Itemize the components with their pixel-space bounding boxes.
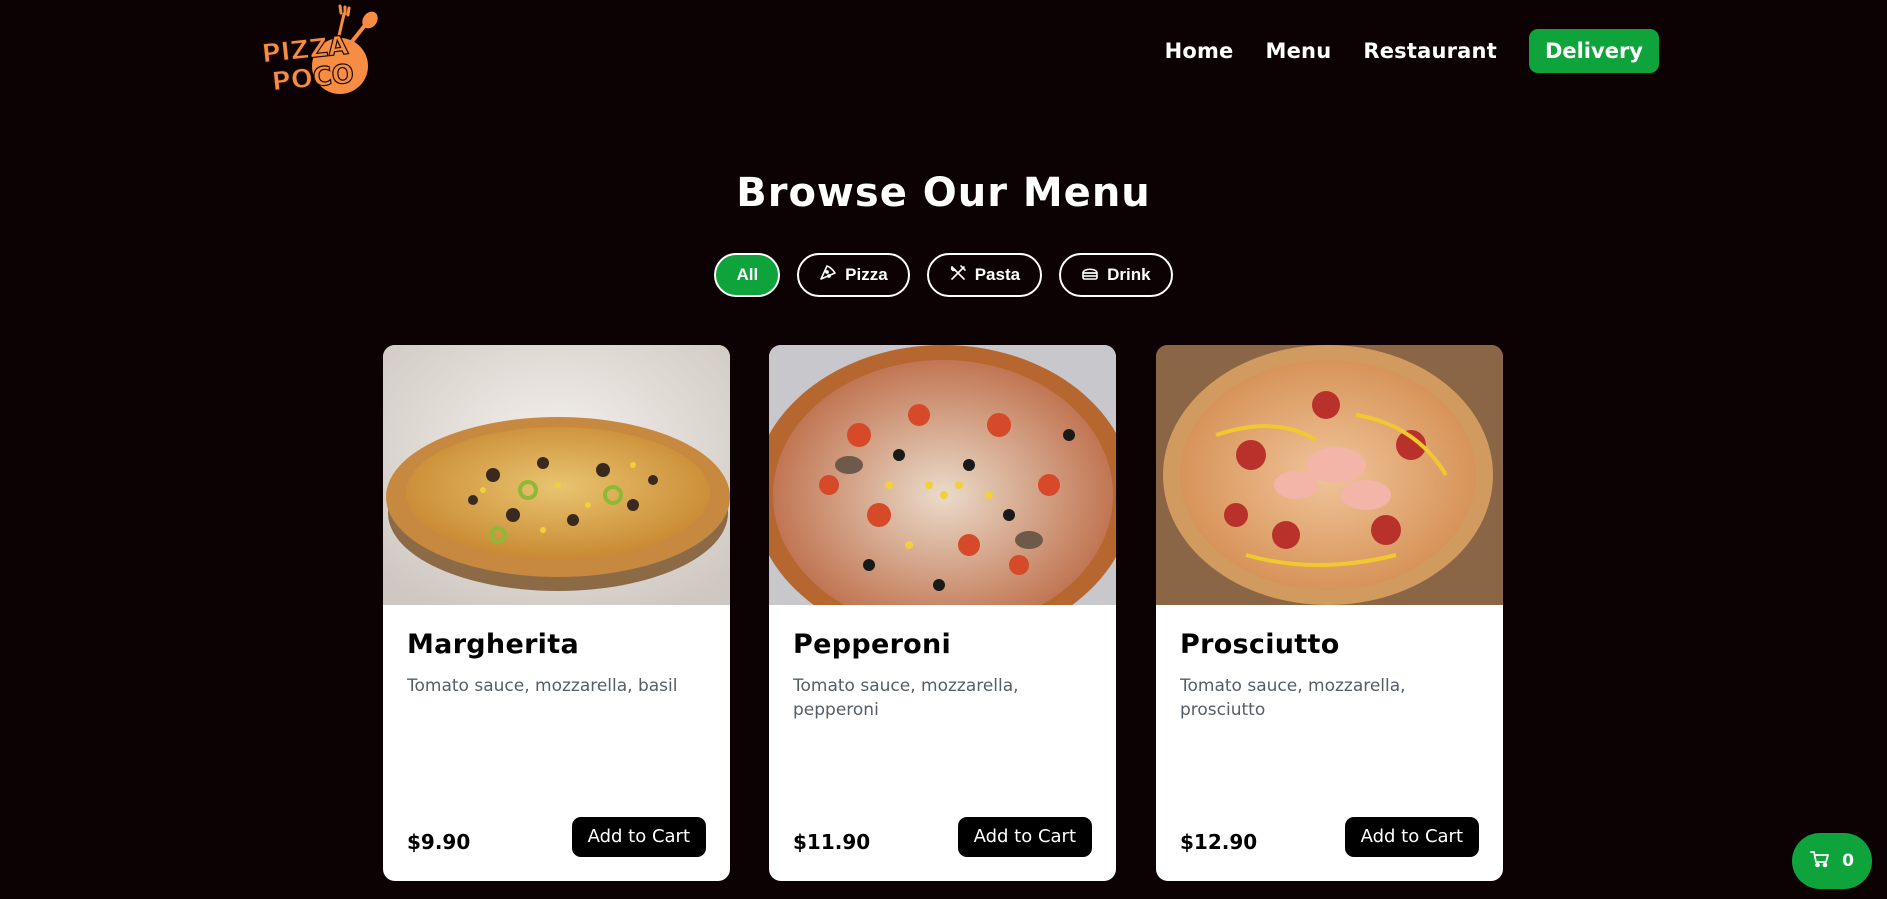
add-to-cart-button[interactable]: Add to Cart — [1344, 817, 1479, 857]
add-to-cart-button[interactable]: Add to Cart — [571, 817, 706, 857]
product-name: Prosciutto — [1180, 629, 1340, 660]
fork-knife-icon — [949, 264, 967, 287]
delivery-button[interactable]: Delivery — [1528, 29, 1659, 73]
drink-icon — [1081, 264, 1099, 287]
product-description: Tomato sauce, mozzarella, basil — [407, 676, 678, 696]
add-to-cart-button[interactable]: Add to Cart — [957, 817, 1092, 857]
filter-label: Pasta — [974, 265, 1021, 284]
nav-link-home[interactable]: Home — [1165, 39, 1234, 63]
product-price: $12.90 — [1180, 830, 1258, 854]
pizza-slice-icon — [819, 264, 837, 287]
product-card-pepperoni: Pepperoni Tomato sauce, mozzarella, pepp… — [769, 345, 1116, 881]
nav-link-menu[interactable]: Menu — [1266, 39, 1332, 63]
category-filters: All Pizza Pasta Drink — [0, 253, 1887, 297]
product-description: Tomato sauce, mozzarella, prosciutto — [1180, 676, 1406, 720]
filter-drink[interactable]: Drink — [1059, 253, 1173, 297]
page-title: Browse Our Menu — [736, 170, 1151, 216]
card-body: Margherita Tomato sauce, mozzarella, bas… — [383, 605, 730, 881]
product-name: Pepperoni — [793, 629, 952, 660]
header: PIZZA POCO Home Menu Restaurant Delivery — [0, 0, 1887, 110]
page: PIZZA POCO Home Menu Restaurant Delivery… — [0, 0, 1887, 899]
brand-logo[interactable]: PIZZA POCO — [258, 4, 384, 100]
filter-pasta[interactable]: Pasta — [926, 253, 1043, 297]
cart-count: 0 — [1842, 851, 1854, 871]
cart-icon — [1810, 850, 1830, 872]
card-body: Pepperoni Tomato sauce, mozzarella, pepp… — [769, 605, 1116, 881]
main-nav: Home Menu Restaurant Delivery — [1165, 29, 1659, 73]
filter-pizza[interactable]: Pizza — [797, 253, 910, 297]
filter-all[interactable]: All — [714, 253, 781, 297]
product-card-margherita: Margherita Tomato sauce, mozzarella, bas… — [383, 345, 730, 881]
filter-label: Drink — [1107, 265, 1151, 284]
filter-label: All — [736, 265, 759, 284]
product-description: Tomato sauce, mozzarella, pepperoni — [793, 676, 1019, 720]
product-image-margherita — [383, 345, 730, 605]
cart-button[interactable]: 0 — [1792, 833, 1872, 889]
filter-label: Pizza — [845, 265, 888, 284]
product-image-pepperoni — [769, 345, 1116, 605]
product-price: $11.90 — [793, 830, 871, 854]
product-price: $9.90 — [407, 830, 471, 854]
card-body: Prosciutto Tomato sauce, mozzarella, pro… — [1156, 605, 1503, 881]
nav-link-restaurant[interactable]: Restaurant — [1363, 39, 1497, 63]
product-card-prosciutto: Prosciutto Tomato sauce, mozzarella, pro… — [1156, 345, 1503, 881]
product-name: Margherita — [407, 629, 579, 660]
product-image-prosciutto — [1156, 345, 1503, 605]
